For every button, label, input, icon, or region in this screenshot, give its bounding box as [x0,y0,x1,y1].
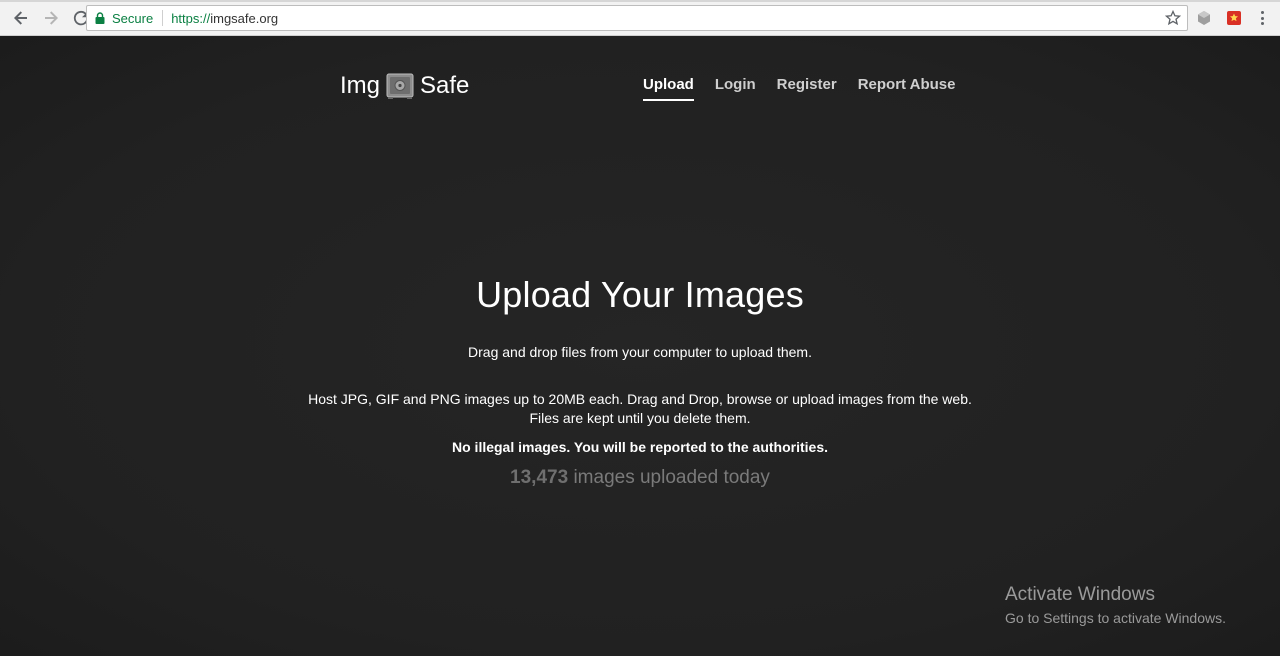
watermark-title: Activate Windows [1005,584,1155,605]
upload-counter: 13,473 images uploaded today [0,467,1280,489]
nav-register[interactable]: Register [777,76,837,101]
extension-red-icon[interactable] [1226,10,1242,26]
forward-button[interactable] [38,5,64,31]
safe-icon [386,73,414,99]
main-nav: Upload Login Register Report Abuse [643,76,956,101]
activate-windows-watermark: Activate Windows Go to Settings to activ… [1005,584,1226,626]
illegal-warning: No illegal images. You will be reported … [452,439,828,455]
watermark-subtitle: Go to Settings to activate Windows. [1005,610,1226,626]
browser-toolbar: Secure https://imgsafe.org [0,0,1280,36]
logo-text-left: Img [340,72,381,99]
site-logo[interactable]: Img Safe [340,72,469,100]
address-bar[interactable]: Secure https://imgsafe.org [86,5,1188,31]
host-info-text: Host JPG, GIF and PNG images up to 20MB … [0,390,1280,428]
upload-dropzone[interactable]: Upload Your Images Drag and drop files f… [0,274,1280,489]
page-body: Img Safe Upload Login Register Report Ab… [0,36,1280,656]
nav-login[interactable]: Login [715,76,756,101]
forward-arrow-icon [45,10,58,25]
host-info-line1: Host JPG, GIF and PNG images up to 20MB … [308,391,972,407]
back-arrow-icon [14,10,27,25]
upload-count-suffix: images uploaded today [573,467,770,488]
tab-strip-edge [0,0,1280,2]
drag-drop-text: Drag and drop files from your computer t… [468,344,812,360]
address-separator [162,10,164,26]
bookmark-star-icon[interactable] [1164,9,1182,26]
extension-icon[interactable] [1196,10,1212,26]
url-text: https://imgsafe.org [171,11,278,26]
url-host: imgsafe.org [210,10,279,26]
nav-upload[interactable]: Upload [643,76,694,101]
page-title: Upload Your Images [476,274,804,315]
nav-report-abuse[interactable]: Report Abuse [858,76,956,101]
upload-count: 13,473 [510,467,569,488]
lock-icon [95,12,105,24]
host-info-line2: Files are kept until you delete them. [529,410,751,426]
secure-label: Secure [112,10,154,26]
url-scheme: https:// [171,10,211,26]
back-button[interactable] [8,5,34,31]
logo-text-right: Safe [420,72,470,99]
browser-menu-icon[interactable] [1254,9,1270,27]
